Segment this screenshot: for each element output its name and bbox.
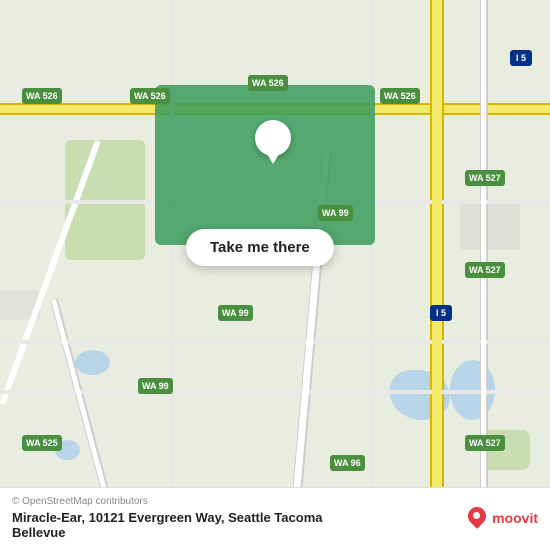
- pin-tail: [267, 154, 279, 164]
- address-text: Miracle-Ear, 10121 Evergreen Way, Seattl…: [12, 510, 466, 540]
- moovit-text: moovit: [492, 510, 538, 526]
- shield-i5-top: I 5: [510, 50, 532, 66]
- pin-inner: [263, 128, 283, 148]
- take-me-there-button[interactable]: Take me there: [186, 229, 334, 266]
- shield-wa99-bottom: WA 99: [138, 378, 173, 394]
- shield-wa96: WA 96: [330, 455, 365, 471]
- shield-i5-lower: I 5: [430, 305, 452, 321]
- bottom-bar: © OpenStreetMap contributors Miracle-Ear…: [0, 487, 550, 550]
- shield-wa526-mid2: WA 526: [248, 75, 288, 91]
- copyright-text: © OpenStreetMap contributors: [12, 496, 466, 507]
- shield-wa526-left: WA 526: [22, 88, 62, 104]
- moovit-logo: moovit: [466, 505, 538, 531]
- shield-wa525: WA 525: [22, 435, 62, 451]
- shield-wa526-right: WA 526: [380, 88, 420, 104]
- moovit-pin-icon: [466, 505, 488, 531]
- gray-area-1: [460, 200, 520, 250]
- shield-wa527-bottom: WA 527: [465, 435, 505, 451]
- road-minor-2: [0, 340, 550, 344]
- shield-wa527-mid: WA 527: [465, 262, 505, 278]
- water-body-3: [75, 350, 110, 375]
- address-line: Miracle-Ear, 10121 Evergreen Way, Seattl…: [12, 510, 322, 525]
- road-minor-5: [370, 0, 374, 550]
- road-minor-4: [170, 0, 174, 550]
- address-section: © OpenStreetMap contributors Miracle-Ear…: [12, 496, 466, 540]
- location-pin: [255, 120, 291, 164]
- bottom-bar-content: © OpenStreetMap contributors Miracle-Ear…: [12, 496, 538, 540]
- pin-circle: [255, 120, 291, 156]
- shield-wa99-center: WA 99: [318, 205, 353, 221]
- map-container: WA 526 WA 526 WA 526 WA 526 I 5 WA 527 W…: [0, 0, 550, 550]
- shield-wa527-top: WA 527: [465, 170, 505, 186]
- road-i5-v-fill: [432, 0, 442, 550]
- road-minor-3: [0, 390, 550, 394]
- shield-wa526-mid: WA 526: [130, 88, 170, 104]
- green-highlighted-region: [155, 85, 375, 245]
- shield-wa99-lower: WA 99: [218, 305, 253, 321]
- city-line: Bellevue: [12, 525, 65, 540]
